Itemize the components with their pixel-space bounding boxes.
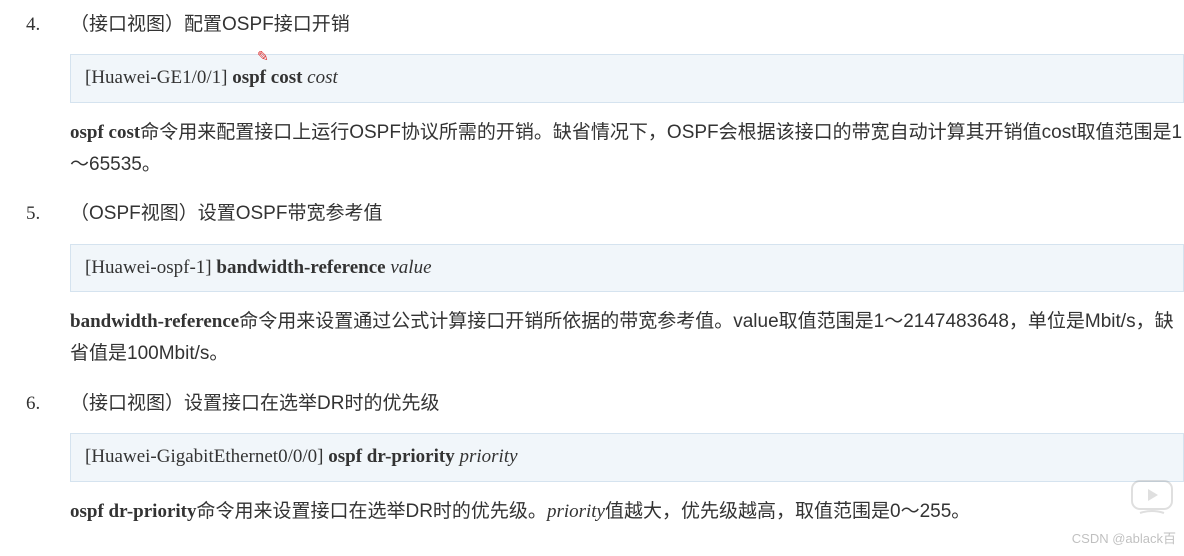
code-prompt: [Huawei-GigabitEthernet0/0/0] <box>85 446 328 467</box>
item-description: ospf cost命令用来配置接口上运行OSPF协议所需的开销。缺省情况下，OS… <box>70 117 1184 182</box>
code-param: cost <box>307 67 338 88</box>
desc-command: ospf dr-priority <box>70 501 196 522</box>
instruction-list: 4. （接口视图）配置OSPF接口开销 ✎ [Huawei-GE1/0/1] o… <box>20 10 1184 528</box>
item-title: （接口视图）配置OSPF接口开销 <box>70 10 1184 40</box>
code-param: value <box>390 257 431 278</box>
code-command: bandwidth-reference <box>216 257 390 278</box>
code-command: ospf cost <box>232 67 307 88</box>
item-number: 4. <box>20 10 70 40</box>
play-icon <box>1130 479 1174 525</box>
code-param: priority <box>459 446 517 467</box>
list-item: 6. （接口视图）设置接口在选举DR时的优先级 [Huawei-GigabitE… <box>20 389 1184 528</box>
code-prompt: [Huawei-ospf-1] <box>85 257 216 278</box>
item-title: （接口视图）设置接口在选举DR时的优先级 <box>70 389 1184 419</box>
desc-text: 命令用来配置接口上运行OSPF协议所需的开销。缺省情况下，OSPF会根据该接口的… <box>70 122 1182 175</box>
code-block: [Huawei-ospf-1] bandwidth-reference valu… <box>70 244 1184 292</box>
item-description: bandwidth-reference命令用来设置通过公式计算接口开销所依据的带… <box>70 306 1184 371</box>
desc-command: bandwidth-reference <box>70 311 239 332</box>
desc-text-mid: 命令用来设置接口在选举DR时的优先级。 <box>196 501 546 522</box>
watermark: CSDN @ablack百 <box>1072 529 1176 550</box>
item-number: 5. <box>20 199 70 229</box>
code-block: [Huawei-GigabitEthernet0/0/0] ospf dr-pr… <box>70 433 1184 481</box>
desc-text-end: 值越大，优先级越高，取值范围是0～255。 <box>605 501 970 522</box>
item-number: 6. <box>20 389 70 419</box>
code-command: ospf dr-priority <box>328 446 459 467</box>
item-description: ospf dr-priority命令用来设置接口在选举DR时的优先级。prior… <box>70 496 1184 528</box>
list-item: 5. （OSPF视图）设置OSPF带宽参考值 [Huawei-ospf-1] b… <box>20 199 1184 370</box>
desc-command: ospf cost <box>70 122 140 143</box>
code-prompt: [Huawei-GE1/0/1] <box>85 67 232 88</box>
code-block: ✎ [Huawei-GE1/0/1] ospf cost cost <box>70 54 1184 102</box>
list-item: 4. （接口视图）配置OSPF接口开销 ✎ [Huawei-GE1/0/1] o… <box>20 10 1184 181</box>
item-title: （OSPF视图）设置OSPF带宽参考值 <box>70 199 1184 229</box>
annotation-mark-icon: ✎ <box>257 47 269 69</box>
desc-param: priority <box>547 501 605 522</box>
